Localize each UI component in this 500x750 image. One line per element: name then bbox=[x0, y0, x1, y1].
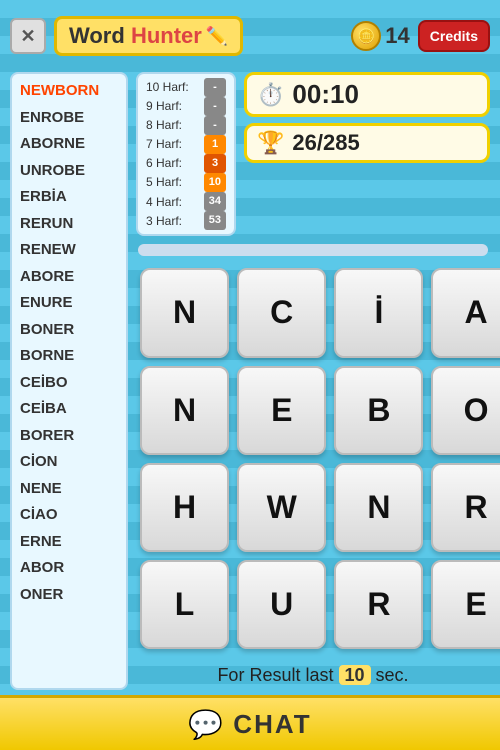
list-item: ABORNE bbox=[12, 131, 126, 158]
harf-badge: - bbox=[204, 97, 226, 116]
result-highlight: 10 bbox=[339, 665, 371, 685]
title-box: Word Hunter ✏️ bbox=[54, 16, 243, 56]
list-item: ERBİA bbox=[12, 184, 126, 211]
coin-area: 🪙 14 bbox=[351, 21, 409, 51]
list-item: CİAO bbox=[12, 502, 126, 529]
harf-row: 6 Harf: 3 bbox=[146, 154, 226, 173]
harf-badge: - bbox=[204, 116, 226, 135]
list-item: CEİBA bbox=[12, 396, 126, 423]
letter-cell[interactable]: N bbox=[334, 463, 423, 552]
harf-label: 8 Harf: bbox=[146, 116, 182, 135]
word-list: NEWBORNENROBEABORNEUNROBEERBİARERUNRENEW… bbox=[10, 72, 128, 690]
list-item: ABORE bbox=[12, 264, 126, 291]
score-box: 🏆 26/285 bbox=[244, 123, 490, 163]
right-panel: 10 Harf:-9 Harf:-8 Harf:-7 Harf:16 Harf:… bbox=[136, 72, 490, 690]
letter-cell[interactable]: R bbox=[334, 560, 423, 649]
list-item: ENURE bbox=[12, 290, 126, 317]
letter-cell[interactable]: U bbox=[237, 560, 326, 649]
coin-count: 14 bbox=[385, 23, 409, 49]
harf-badge: 1 bbox=[204, 135, 226, 154]
harf-badge: 3 bbox=[204, 154, 226, 173]
letter-cell[interactable]: E bbox=[431, 560, 500, 649]
list-item: BORNE bbox=[12, 343, 126, 370]
harf-row: 4 Harf: 34 bbox=[146, 192, 226, 211]
list-item: ABOR bbox=[12, 555, 126, 582]
letter-cell[interactable]: N bbox=[140, 268, 229, 357]
list-item: BORER bbox=[12, 423, 126, 450]
chat-bar[interactable]: 💬 CHAT bbox=[0, 695, 500, 750]
harf-row: 9 Harf: - bbox=[146, 97, 226, 116]
chat-label: CHAT bbox=[233, 709, 311, 740]
close-button[interactable]: ✕ bbox=[10, 18, 46, 54]
harf-row: 10 Harf:- bbox=[146, 78, 226, 97]
harf-label: 10 Harf: bbox=[146, 78, 189, 97]
letter-cell[interactable]: L bbox=[140, 560, 229, 649]
harf-label: 7 Harf: bbox=[146, 135, 182, 154]
harf-box: 10 Harf:-9 Harf:-8 Harf:-7 Harf:16 Harf:… bbox=[136, 72, 236, 236]
list-item: NENE bbox=[12, 476, 126, 503]
letter-cell[interactable]: H bbox=[140, 463, 229, 552]
timer-icon: ⏱️ bbox=[257, 82, 284, 108]
letter-cell[interactable]: N bbox=[140, 366, 229, 455]
letter-cell[interactable]: İ bbox=[334, 268, 423, 357]
list-item: RERUN bbox=[12, 211, 126, 238]
timer-box: ⏱️ 00:10 bbox=[244, 72, 490, 117]
harf-row: 7 Harf: 1 bbox=[146, 135, 226, 154]
list-item: ONER bbox=[12, 582, 126, 609]
letter-cell[interactable]: O bbox=[431, 366, 500, 455]
list-item: RENEW bbox=[12, 237, 126, 264]
harf-label: 6 Harf: bbox=[146, 154, 182, 173]
harf-badge: 10 bbox=[204, 173, 226, 192]
harf-label: 4 Harf: bbox=[146, 193, 182, 212]
harf-badge: 53 bbox=[204, 211, 226, 230]
list-item: CEİBO bbox=[12, 370, 126, 397]
harf-label: 5 Harf: bbox=[146, 173, 182, 192]
harf-row: 8 Harf: - bbox=[146, 116, 226, 135]
harf-label: 3 Harf: bbox=[146, 212, 182, 231]
letter-cell[interactable]: C bbox=[237, 268, 326, 357]
stats-row: 10 Harf:-9 Harf:-8 Harf:-7 Harf:16 Harf:… bbox=[136, 72, 490, 236]
scroll-bar bbox=[138, 244, 488, 256]
letter-cell[interactable]: A bbox=[431, 268, 500, 357]
result-prefix: For Result last bbox=[217, 665, 333, 685]
timer-display: 00:10 bbox=[292, 79, 359, 110]
list-item: ERNE bbox=[12, 529, 126, 556]
main-content: NEWBORNENROBEABORNEUNROBEERBİARERUNRENEW… bbox=[10, 72, 490, 690]
list-item: ENROBE bbox=[12, 105, 126, 132]
result-text: For Result last 10 sec. bbox=[136, 661, 490, 690]
result-suffix: sec. bbox=[376, 665, 409, 685]
letter-cell[interactable]: W bbox=[237, 463, 326, 552]
title-word: Word bbox=[69, 23, 125, 49]
top-bar: ✕ Word Hunter ✏️ 🪙 14 Credits bbox=[10, 10, 490, 62]
letter-grid: NCİANEBOHWNRLURE bbox=[136, 264, 490, 653]
credits-button[interactable]: Credits bbox=[418, 20, 490, 52]
list-item: BONER bbox=[12, 317, 126, 344]
score-display: 26/285 bbox=[292, 130, 359, 156]
timer-score-col: ⏱️ 00:10 🏆 26/285 bbox=[244, 72, 490, 236]
coin-icon: 🪙 bbox=[351, 21, 381, 51]
list-item: CİON bbox=[12, 449, 126, 476]
harf-row: 5 Harf: 10 bbox=[146, 173, 226, 192]
harf-row: 3 Harf: 53 bbox=[146, 211, 226, 230]
score-icon: 🏆 bbox=[257, 130, 284, 156]
harf-badge: - bbox=[204, 78, 226, 97]
list-item: UNROBE bbox=[12, 158, 126, 185]
harf-badge: 34 bbox=[204, 192, 226, 211]
title-hunter: Hunter bbox=[131, 23, 202, 49]
chat-icon: 💬 bbox=[188, 708, 223, 741]
letter-cell[interactable]: B bbox=[334, 366, 423, 455]
letter-cell[interactable]: E bbox=[237, 366, 326, 455]
list-item: NEWBORN bbox=[12, 78, 126, 105]
pencil-icon: ✏️ bbox=[206, 26, 228, 47]
harf-label: 9 Harf: bbox=[146, 97, 182, 116]
background: ✕ Word Hunter ✏️ 🪙 14 Credits NEWBORNENR… bbox=[0, 0, 500, 750]
letter-cell[interactable]: R bbox=[431, 463, 500, 552]
